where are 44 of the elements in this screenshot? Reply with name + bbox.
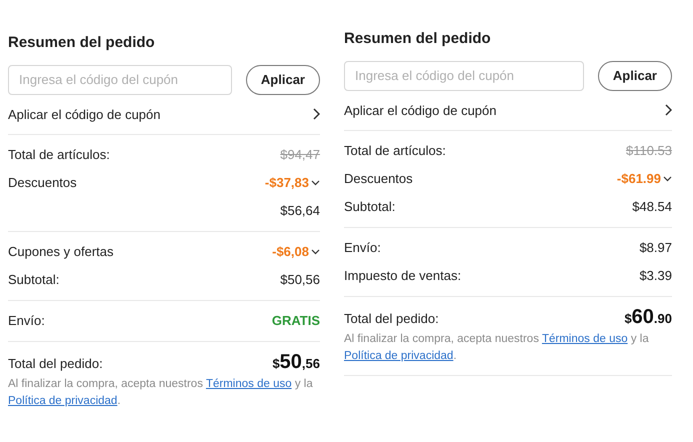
chevron-down-icon[interactable] [311, 249, 320, 255]
total-amount: $60.90 [624, 307, 672, 328]
row-value: GRATIS [272, 312, 320, 330]
coupon-link-row[interactable]: Aplicar el código de cupón [344, 90, 672, 131]
coupon-input-field[interactable]: Ingresa el código del cupón [8, 64, 232, 94]
apply-button[interactable]: Aplicar [246, 64, 320, 94]
terms-link[interactable]: Términos de uso [542, 332, 628, 344]
privacy-link[interactable]: Política de privacidad [8, 394, 118, 406]
apply-button[interactable]: Aplicar [598, 60, 672, 90]
row-value: $3.39 [639, 267, 672, 286]
chevron-down-icon[interactable] [311, 180, 320, 186]
total-amount: $50,56 [272, 352, 320, 374]
panel-title: Resumen del pedido [344, 29, 492, 49]
row-value: -$6,08 [272, 243, 309, 262]
chevron-right-icon [312, 108, 320, 120]
row-label: Envío: [8, 312, 45, 330]
row-label: Envío: [344, 239, 381, 258]
privacy-link[interactable]: Política de privacidad [344, 350, 454, 362]
terms-link[interactable]: Términos de uso [206, 378, 292, 390]
chevron-down-icon[interactable] [663, 176, 672, 182]
row-value: $56,64 [280, 202, 320, 220]
row-value: -$61.99 [616, 170, 661, 188]
panel-title: Resumen del pedido [8, 33, 156, 53]
row-value: $48.54 [632, 198, 672, 216]
row-label: Descuentos [344, 170, 413, 188]
row-value: $8.97 [639, 239, 672, 258]
total-label: Total del pedido: [344, 310, 439, 328]
legal-text: Al finalizar la compra, acepta nuestros Términos de uso y la Política de privacidad. [344, 332, 650, 364]
row-value: $50,56 [280, 271, 320, 290]
row-label: Total de artículos: [344, 142, 446, 160]
coupon-link-row[interactable]: Aplicar el código de cupón [8, 94, 320, 135]
row-value: $94,47 [280, 146, 320, 164]
total-label: Total del pedido: [8, 355, 103, 373]
row-label: Cupones y ofertas [8, 243, 114, 262]
row-value: -$37,83 [264, 174, 309, 192]
row-label: Subtotal: [344, 198, 396, 216]
row-label: Subtotal: [8, 271, 60, 290]
chevron-right-icon [664, 104, 672, 116]
row-label: Impuesto de ventas: [344, 267, 462, 286]
legal-text: Al finalizar la compra, acepta nuestros Términos de uso y la Política de privacidad. [8, 376, 314, 408]
coupon-input-field[interactable]: Ingresa el código del cupón [344, 60, 584, 90]
row-label: Total de artículos: [8, 146, 110, 164]
row-label: Descuentos [8, 174, 77, 192]
row-value: $110.53 [626, 142, 672, 160]
